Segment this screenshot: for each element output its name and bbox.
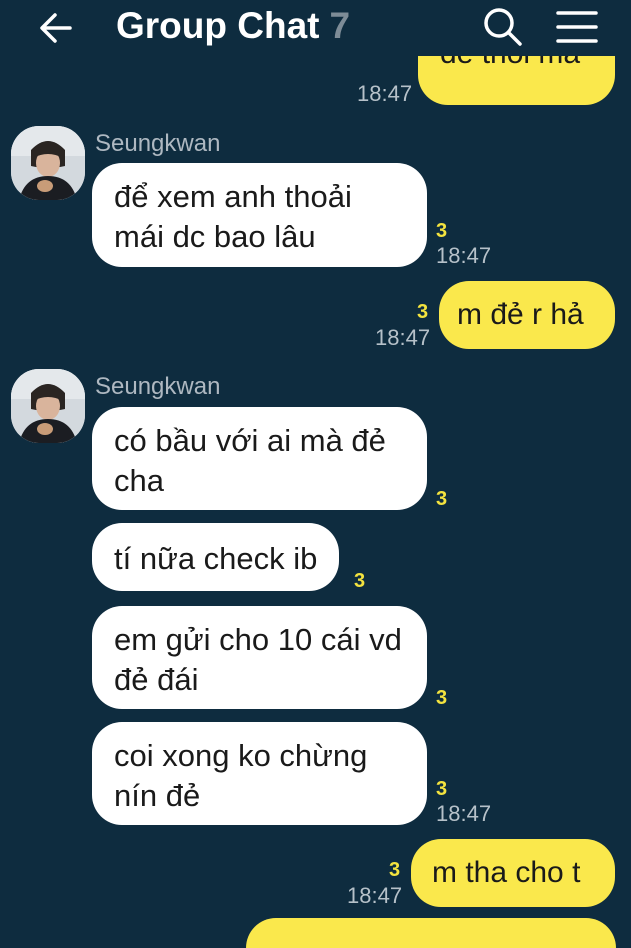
message-time: 18:47 (347, 883, 403, 908)
unread-count: 3 (389, 859, 401, 881)
message-text: m đẻ r hả (457, 298, 584, 331)
message-time: 18:47 (436, 801, 492, 826)
message-text: coi xong ko chừng nín đẻ (114, 738, 368, 813)
unread-count: 3 (436, 488, 448, 510)
unread-count: 3 (436, 778, 448, 800)
message-text: m tha cho t (432, 856, 581, 889)
unread-count: 3 (436, 687, 448, 709)
back-arrow-icon[interactable] (36, 8, 76, 48)
unread-count: 3 (417, 301, 429, 323)
message-text: tí nữa check ib (114, 541, 318, 576)
my-message-bubble[interactable]: m tha cho t (411, 839, 615, 907)
my-message-bubble-partial[interactable] (246, 918, 616, 948)
my-message-bubble[interactable]: đề thôi mà (418, 52, 615, 105)
my-message-bubble[interactable]: m đẻ r hả (439, 281, 615, 349)
message-bubble[interactable]: tí nữa check ib (92, 523, 340, 591)
message-bubble[interactable]: để xem anh thoải mái dc bao lâu (92, 163, 427, 267)
message-text: em gửi cho 10 cái vd đẻ đái (114, 622, 402, 697)
chat-header: Group Chat 7 (0, 0, 631, 56)
menu-icon[interactable] (556, 8, 598, 46)
unread-count: 3 (354, 570, 366, 592)
message-bubble[interactable]: có bầu với ai mà đẻ cha (92, 407, 427, 510)
sender-name: Seungkwan (95, 373, 221, 400)
chat-title: Group Chat 7 (116, 4, 350, 48)
member-count: 7 (329, 5, 351, 46)
search-icon[interactable] (482, 6, 524, 48)
chat-title-text: Group Chat (116, 5, 320, 46)
message-bubble[interactable]: em gửi cho 10 cái vd đẻ đái (92, 606, 427, 709)
unread-count: 3 (436, 220, 448, 242)
message-text: để xem anh thoải mái dc bao lâu (114, 179, 352, 254)
message-time: 18:47 (357, 81, 413, 106)
message-time: 18:47 (375, 325, 431, 350)
message-text: có bầu với ai mà đẻ cha (114, 423, 386, 498)
avatar[interactable] (11, 126, 85, 200)
sender-name: Seungkwan (95, 130, 221, 157)
avatar[interactable] (11, 369, 85, 443)
message-bubble[interactable]: coi xong ko chừng nín đẻ (92, 722, 427, 825)
message-time: 18:47 (436, 243, 492, 268)
